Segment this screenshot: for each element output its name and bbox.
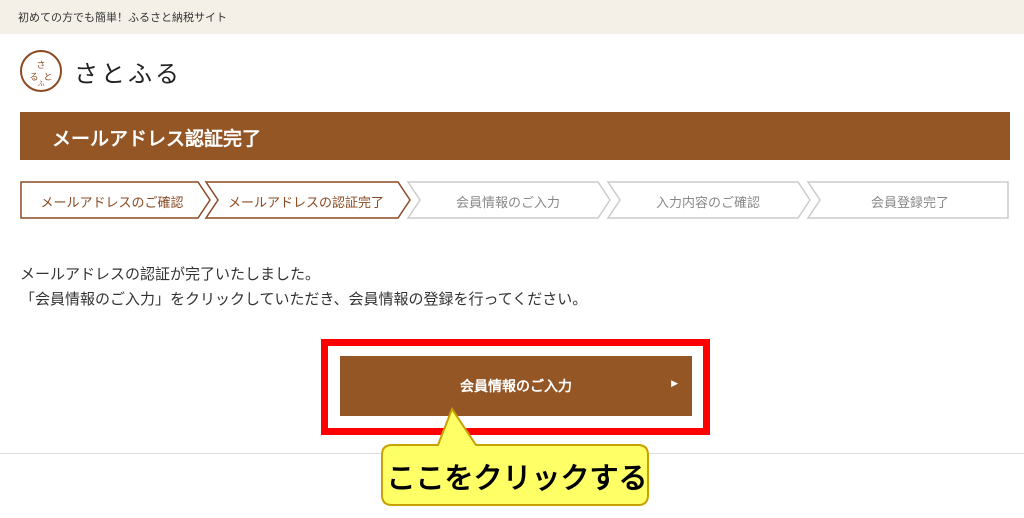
svg-text:さ: さ bbox=[36, 60, 45, 71]
step-label-email-verified: メールアドレスの認証完了 bbox=[227, 196, 384, 211]
member-info-input-label: 会員情報のご入力 bbox=[460, 378, 572, 394]
site-logo[interactable]: さ る と ふ さとふる bbox=[20, 49, 182, 93]
message-line-1: メールアドレスの認証が完了いたしました。 bbox=[20, 265, 321, 283]
verification-message: メールアドレスの認証が完了いたしました。 「会員情報のご入力」をクリックしていた… bbox=[20, 262, 1010, 312]
step-label-email-confirm: メールアドレスのご確認 bbox=[40, 196, 184, 211]
logo-mark-icon: さ る と ふ bbox=[20, 50, 62, 92]
triangle-right-icon: ▶ bbox=[671, 378, 678, 388]
svg-text:と: と bbox=[43, 72, 52, 83]
top-bar: 初めての方でも簡単！ふるさと納税サイト bbox=[0, 0, 1024, 34]
callout-text: ここをクリックする bbox=[386, 461, 648, 495]
step-label-member-info: 会員情報のご入力 bbox=[455, 196, 560, 211]
page-title-bar: メールアドレス認証完了 bbox=[20, 112, 1010, 160]
svg-text:ふ: ふ bbox=[38, 80, 45, 86]
step-label-review: 入力内容のご確認 bbox=[655, 196, 760, 211]
page-title: メールアドレス認証完了 bbox=[52, 128, 262, 150]
step-label-complete: 会員登録完了 bbox=[870, 196, 949, 211]
logo-name: さとふる bbox=[74, 59, 182, 88]
site-tagline: 初めての方でも簡単！ふるさと納税サイト bbox=[18, 11, 227, 24]
progress-steps: メールアドレスのご確認 メールアドレスの認証完了 会員情報のご入力 入力内容のご… bbox=[20, 180, 1010, 220]
message-line-2: 「会員情報のご入力」をクリックしていただき、会員情報の登録を行ってください。 bbox=[20, 290, 588, 308]
